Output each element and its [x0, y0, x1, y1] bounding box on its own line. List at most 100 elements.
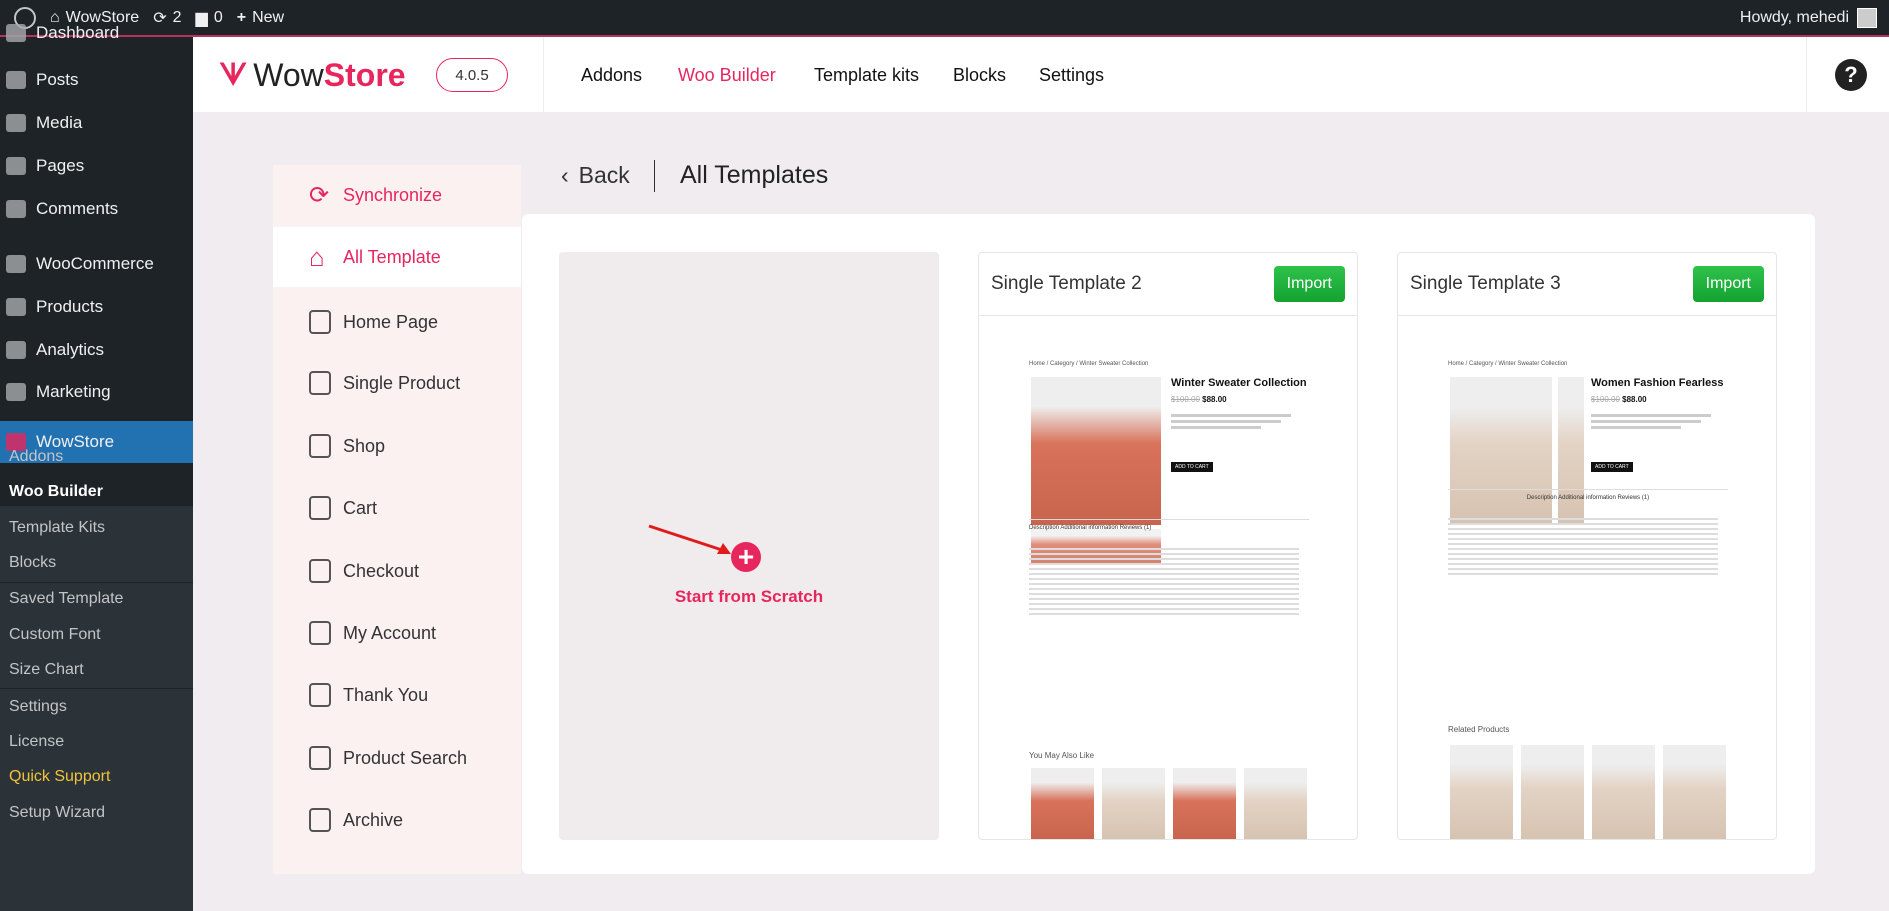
- menu-icon: [6, 341, 26, 359]
- cart-logo-icon: ᗐ: [219, 58, 248, 92]
- product-info: Winter Sweater Collection $100.00 $88.00…: [1171, 377, 1307, 472]
- import-button[interactable]: Import: [1273, 266, 1345, 302]
- nav-template-kits[interactable]: Template kits: [814, 37, 919, 113]
- back-button[interactable]: ‹ Back: [561, 162, 630, 189]
- menu-icon: [6, 71, 26, 89]
- home-page-icon: [309, 310, 331, 334]
- related-heading: You May Also Like: [1029, 751, 1095, 760]
- single-product-icon: [309, 371, 331, 395]
- new-link[interactable]: + New: [237, 9, 284, 27]
- my-account-icon: [309, 621, 331, 645]
- nav-blocks[interactable]: Blocks: [953, 37, 1006, 113]
- product-info: Women Fashion Fearless $100.00 $88.00 AD…: [1591, 377, 1724, 472]
- related-heading: Related Products: [1448, 725, 1510, 734]
- plugin-header: ᗐ Wow Store 4.0.5 Addons Woo Builder Temp…: [193, 37, 1889, 113]
- nav-settings[interactable]: Settings: [1039, 37, 1104, 113]
- nav-cart[interactable]: Cart: [273, 478, 521, 538]
- start-from-scratch-card[interactable]: + Start from Scratch: [559, 252, 939, 840]
- menu-item-analytics[interactable]: Analytics: [0, 335, 193, 365]
- submenu-addons[interactable]: Addons: [0, 443, 193, 471]
- submenu-blocks[interactable]: Blocks: [0, 549, 193, 577]
- checkout-icon: [309, 559, 331, 583]
- comments-link[interactable]: ▆ 0: [196, 8, 223, 28]
- product-image: [1031, 377, 1161, 525]
- preview-tabs: Description Additional information Revie…: [1526, 495, 1650, 501]
- menu-item-woocommerce[interactable]: WooCommerce: [0, 249, 193, 279]
- menu-item-products[interactable]: Products: [0, 292, 193, 322]
- menu-item-marketing[interactable]: Marketing: [0, 377, 193, 407]
- nav-archive[interactable]: Archive: [273, 790, 521, 850]
- plus-icon[interactable]: +: [731, 542, 761, 572]
- submenu-quick-support[interactable]: Quick Support: [0, 763, 193, 791]
- shop-icon: [309, 434, 331, 458]
- nav-home-page[interactable]: Home Page: [273, 292, 521, 352]
- template-card[interactable]: Single Template 3 Import Home / Category …: [1397, 252, 1777, 840]
- nav-product-search[interactable]: Product Search: [273, 728, 521, 788]
- avatar: [1857, 7, 1877, 28]
- menu-icon: [6, 200, 26, 218]
- product-image: [1450, 377, 1552, 525]
- nav-synchronize[interactable]: ⟳ Synchronize: [273, 165, 521, 225]
- related-product-image: [1592, 745, 1655, 839]
- start-from-scratch-label[interactable]: Start from Scratch: [559, 587, 939, 607]
- nav-checkout[interactable]: Checkout: [273, 541, 521, 601]
- nav-woo-builder[interactable]: Woo Builder: [678, 37, 776, 113]
- submenu-size-chart[interactable]: Size Chart: [0, 656, 193, 684]
- menu-icon: [6, 383, 26, 401]
- menu-icon: [6, 114, 26, 132]
- nav-my-account[interactable]: My Account: [273, 603, 521, 663]
- card-header: Single Template 2 Import: [979, 253, 1357, 316]
- nav-all-template[interactable]: ⌂ All Template: [273, 227, 521, 287]
- wp-admin-menu: Dashboard Posts Media Pages Comments WooComme…: [0, 23, 193, 911]
- card-header: Single Template 3 Import: [1398, 253, 1776, 316]
- nav-single-product[interactable]: Single Product: [273, 353, 521, 413]
- cart-icon: [309, 496, 331, 520]
- submenu-license[interactable]: License: [0, 728, 193, 756]
- submenu-woo-builder[interactable]: Woo Builder: [0, 478, 193, 506]
- comment-icon: ▆: [195, 9, 208, 27]
- nav-addons[interactable]: Addons: [581, 37, 642, 113]
- menu-icon: [6, 255, 26, 273]
- archive-icon: [309, 808, 331, 832]
- related-product-image: [1102, 768, 1165, 839]
- submenu-template-kits[interactable]: Template Kits: [0, 514, 193, 542]
- version-badge: 4.0.5: [436, 58, 508, 92]
- submenu-setup-wizard[interactable]: Setup Wizard: [0, 799, 193, 827]
- help-icon[interactable]: ?: [1835, 59, 1867, 91]
- related-product-image: [1450, 745, 1513, 839]
- plus-icon: +: [236, 8, 247, 26]
- nav-shop[interactable]: Shop: [273, 416, 521, 476]
- chevron-left-icon: ‹: [561, 162, 569, 188]
- import-button[interactable]: Import: [1692, 266, 1764, 302]
- submenu-custom-font[interactable]: Custom Font: [0, 621, 193, 649]
- preview-breadcrumb: Home / Category / Winter Sweater Collect…: [1448, 361, 1568, 367]
- wowstore-logo: ᗐ Wow Store: [219, 57, 406, 93]
- menu-item-comments[interactable]: Comments: [0, 194, 193, 224]
- template-type-nav: ⟳ Synchronize ⌂ All Template Home Page Single…: [273, 165, 521, 874]
- add-to-cart-preview: ADD TO CART: [1171, 462, 1213, 472]
- submenu-settings[interactable]: Settings: [0, 693, 193, 721]
- menu-item-pages[interactable]: Pages: [0, 151, 193, 181]
- preview-tabs: Description Additional information Revie…: [1029, 525, 1152, 531]
- home-icon: ⌂: [309, 241, 325, 272]
- related-product-image: [1521, 745, 1584, 839]
- related-product-image: [1244, 768, 1307, 839]
- related-product-image: [1663, 745, 1726, 839]
- submenu-saved-template[interactable]: Saved Template: [0, 585, 193, 613]
- add-to-cart-preview: ADD TO CART: [1591, 462, 1633, 472]
- nav-thank-you[interactable]: Thank You: [273, 665, 521, 725]
- menu-icon: [6, 24, 26, 42]
- menu-item-dashboard[interactable]: Dashboard: [0, 18, 193, 48]
- related-product-image: [1031, 768, 1094, 839]
- preview-breadcrumb: Home / Category / Winter Sweater Collect…: [1029, 361, 1149, 367]
- template-card[interactable]: Single Template 2 Import Home / Category …: [978, 252, 1358, 840]
- menu-item-media[interactable]: Media: [0, 108, 193, 138]
- menu-icon: [6, 298, 26, 316]
- sync-icon: ⟳: [309, 181, 330, 209]
- related-product-image: [1173, 768, 1236, 839]
- arrow-annotation: [648, 524, 731, 554]
- admin-bar: ⌂ WowStore ⟳ 2 ▆ 0 + New Howdy, mehedi: [0, 0, 1889, 37]
- page-title: All Templates: [680, 161, 829, 189]
- menu-item-posts[interactable]: Posts: [0, 65, 193, 95]
- user-menu[interactable]: Howdy, mehedi: [1740, 0, 1877, 35]
